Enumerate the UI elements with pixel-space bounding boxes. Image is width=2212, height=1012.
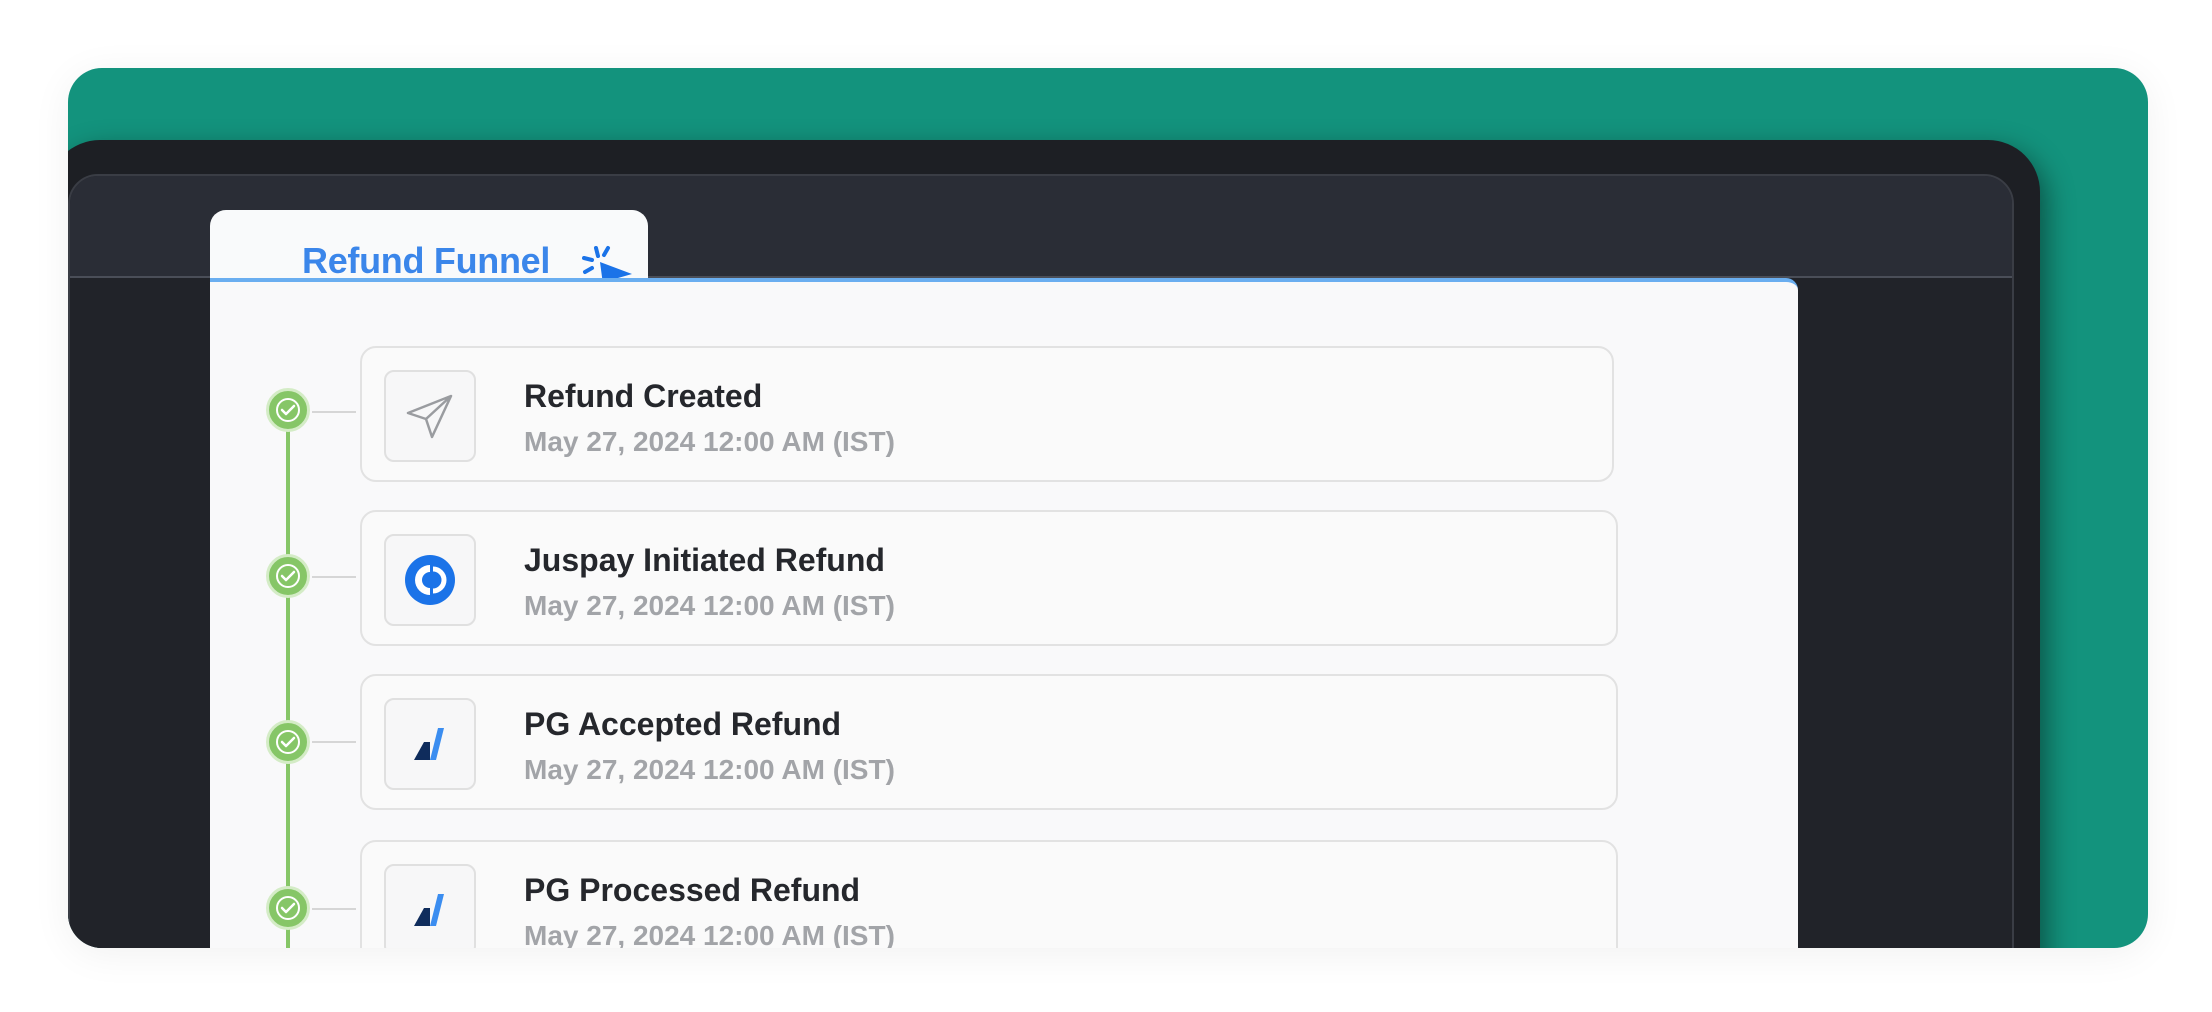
timeline-connector bbox=[312, 741, 356, 743]
step-title: PG Processed Refund bbox=[524, 872, 861, 908]
timeline-connector bbox=[312, 411, 356, 413]
payment-gateway-logo-icon bbox=[384, 864, 476, 948]
timeline-step[interactable]: Juspay Initiated Refund May 27, 2024 12:… bbox=[360, 510, 1618, 646]
step-complete-check-icon bbox=[266, 554, 310, 598]
juspay-logo-icon bbox=[384, 534, 476, 626]
step-timestamp: May 27, 2024 12:00 AM (IST) bbox=[524, 920, 895, 948]
step-complete-check-icon bbox=[266, 886, 310, 930]
timeline-step[interactable]: PG Accepted Refund May 27, 2024 12:00 AM… bbox=[360, 674, 1618, 810]
timeline-step[interactable]: PG Processed Refund May 27, 2024 12:00 A… bbox=[360, 840, 1618, 948]
step-complete-check-icon bbox=[266, 388, 310, 432]
timeline-line bbox=[286, 412, 290, 948]
step-title: Refund Created bbox=[524, 378, 763, 414]
payment-gateway-logo-icon bbox=[384, 698, 476, 790]
step-timestamp: May 27, 2024 12:00 AM (IST) bbox=[524, 426, 895, 457]
timeline-step[interactable]: Refund Created May 27, 2024 12:00 AM (IS… bbox=[360, 346, 1614, 482]
timeline-connector bbox=[312, 908, 356, 910]
step-timestamp: May 27, 2024 12:00 AM (IST) bbox=[524, 590, 895, 621]
paper-plane-icon bbox=[384, 370, 476, 462]
tab-label: Refund Funnel bbox=[302, 240, 551, 281]
step-title: PG Accepted Refund bbox=[524, 706, 842, 742]
step-complete-check-icon bbox=[266, 720, 310, 764]
step-title: Juspay Initiated Refund bbox=[524, 542, 885, 578]
background-card: Refund Funnel Refund Created May 27, 202… bbox=[68, 68, 2148, 948]
timeline-connector bbox=[312, 576, 356, 578]
step-timestamp: May 27, 2024 12:00 AM (IST) bbox=[524, 754, 895, 785]
